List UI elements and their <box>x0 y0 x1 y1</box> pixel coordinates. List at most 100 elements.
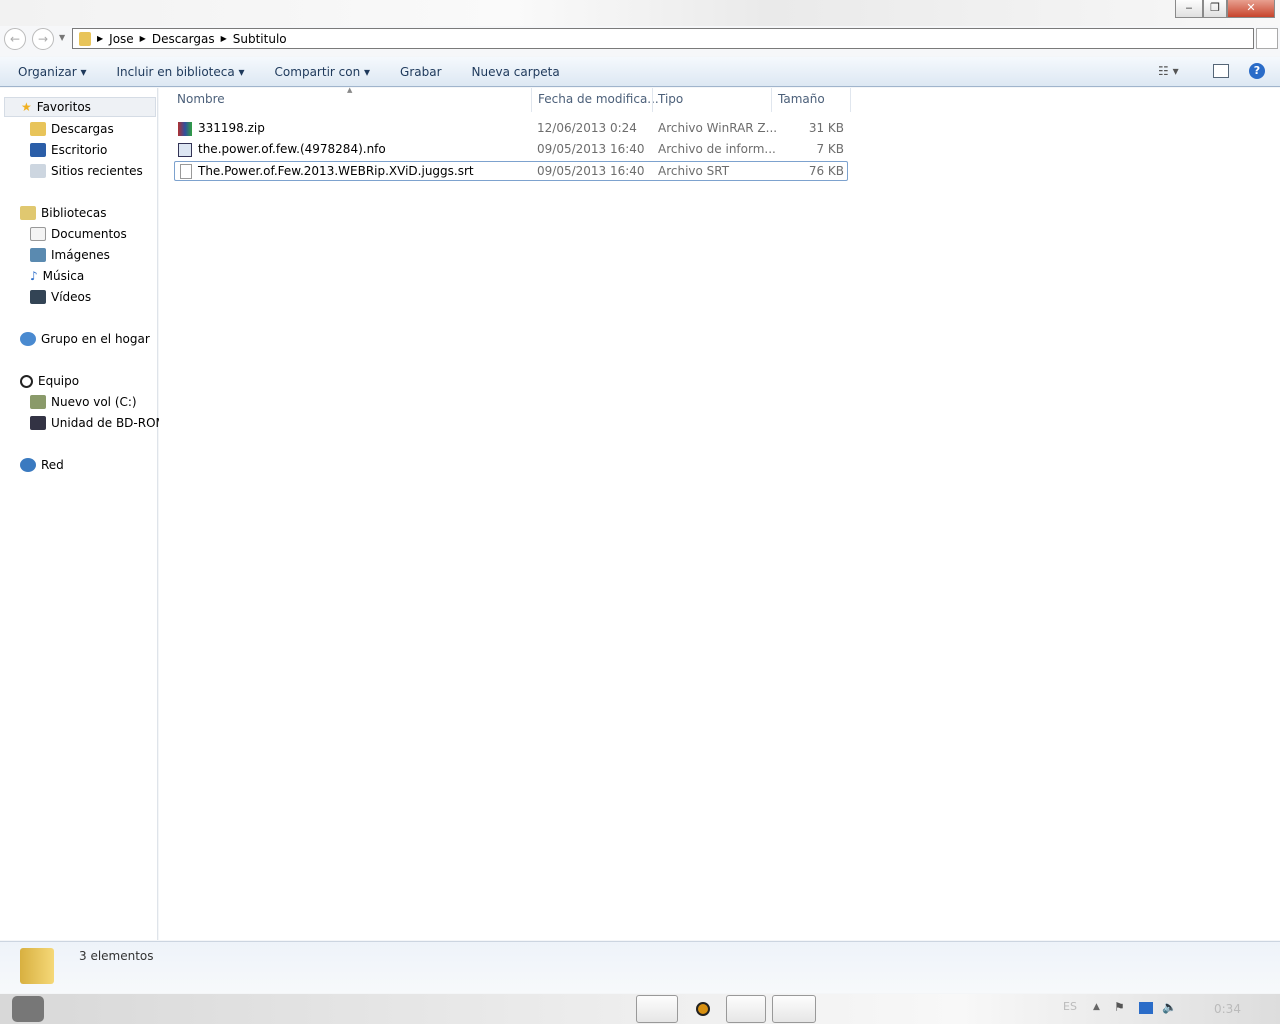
column-header-name[interactable]: Nombre <box>177 92 225 110</box>
breadcrumb-jose[interactable]: Jose <box>109 32 134 46</box>
item-count: 3 elementos <box>79 949 154 963</box>
homegroup-icon <box>20 332 36 346</box>
nav-label: Nuevo vol (C:) <box>51 395 137 409</box>
clock[interactable]: 0:34 <box>1214 1002 1241 1016</box>
file-name: 331198.zip <box>198 121 265 135</box>
forward-button[interactable]: → <box>32 28 54 50</box>
nav-musica[interactable]: ♪ Música <box>30 266 84 286</box>
star-icon: ★ <box>21 100 32 114</box>
column-divider[interactable] <box>652 88 653 112</box>
column-header-date[interactable]: Fecha de modifica... <box>538 92 659 110</box>
nav-grupo-hogar[interactable]: Grupo en el hogar <box>20 329 150 349</box>
srt-file-icon <box>180 164 192 179</box>
file-name: the.power.of.few.(4978284).nfo <box>198 142 386 156</box>
file-type: Archivo SRT <box>658 164 730 178</box>
file-list <box>159 88 1280 940</box>
minimize-button[interactable]: ‒ <box>1175 0 1203 18</box>
view-options-button[interactable]: ☷ ▾ <box>1158 64 1179 78</box>
column-header-type[interactable]: Tipo <box>658 92 683 110</box>
chevron-right-icon: ▶ <box>220 34 227 43</box>
file-name: The.Power.of.Few.2013.WEBRip.XViD.juggs.… <box>198 164 474 178</box>
back-button[interactable]: ← <box>4 28 26 50</box>
help-button[interactable]: ? <box>1249 63 1265 79</box>
nav-favorites[interactable]: ★ Favoritos <box>4 97 156 117</box>
organize-button[interactable]: Organizar ▾ <box>18 65 87 79</box>
start-button[interactable] <box>12 996 44 1022</box>
network-tray-icon[interactable] <box>1139 1002 1153 1014</box>
network-icon <box>20 458 36 472</box>
new-folder-button[interactable]: Nueva carpeta <box>472 65 560 79</box>
file-row[interactable]: 331198.zip 12/06/2013 0:24 Archivo WinRA… <box>174 119 848 139</box>
file-date: 09/05/2013 16:40 <box>537 164 645 178</box>
file-type: Archivo WinRAR Z... <box>658 121 778 135</box>
close-button[interactable]: ✕ <box>1227 0 1275 18</box>
nav-imagenes[interactable]: Imágenes <box>30 245 110 265</box>
nav-equipo[interactable]: Equipo <box>20 371 79 391</box>
file-date: 12/06/2013 0:24 <box>537 121 637 135</box>
restore-button[interactable]: ❐ <box>1203 0 1227 18</box>
nav-label: Equipo <box>38 374 80 388</box>
nav-label: Sitios recientes <box>51 164 143 178</box>
drive-icon <box>30 395 46 409</box>
nav-label: Red <box>41 458 64 472</box>
nav-bibliotecas[interactable]: Bibliotecas <box>20 203 106 223</box>
title-bar <box>0 0 1280 26</box>
winrar-icon <box>178 122 192 136</box>
include-library-button[interactable]: Incluir en biblioteca ▾ <box>117 65 245 79</box>
breadcrumb-subtitulo[interactable]: Subtitulo <box>233 32 287 46</box>
share-button[interactable]: Compartir con ▾ <box>275 65 370 79</box>
taskbar-explorer[interactable] <box>726 995 766 1023</box>
nav-label: Bibliotecas <box>41 206 107 220</box>
nav-label: Favoritos <box>36 100 91 114</box>
action-center-flag-icon[interactable]: ⚑ <box>1114 1000 1125 1014</box>
folder-icon <box>20 948 54 984</box>
nav-label: Documentos <box>51 227 127 241</box>
computer-icon <box>20 374 33 388</box>
file-size: 7 KB <box>816 142 844 156</box>
burn-button[interactable]: Grabar <box>400 65 442 79</box>
volume-icon[interactable]: 🔈 <box>1162 1000 1177 1014</box>
nav-label: Imágenes <box>51 248 110 262</box>
navigation-pane: ★ Favoritos Descargas Escritorio Sitios r… <box>0 88 166 940</box>
recent-pages-dropdown[interactable]: ▼ <box>59 33 65 42</box>
nav-sitios-recientes[interactable]: Sitios recientes <box>30 161 143 181</box>
nav-videos[interactable]: Vídeos <box>30 287 91 307</box>
column-divider[interactable] <box>850 88 851 112</box>
nav-label: Grupo en el hogar <box>41 332 150 346</box>
search-input[interactable] <box>1256 28 1278 49</box>
nfo-file-icon <box>178 143 192 157</box>
nav-descargas[interactable]: Descargas <box>30 119 114 139</box>
nav-label: Unidad de BD-ROM <box>51 416 166 430</box>
nav-bd-rom[interactable]: Unidad de BD-ROM <box>30 413 166 433</box>
nav-escritorio[interactable]: Escritorio <box>30 140 107 160</box>
column-header-size[interactable]: Tamaño <box>778 92 825 110</box>
sort-ascending-icon: ▲ <box>347 86 353 94</box>
libraries-icon <box>20 206 36 220</box>
column-divider[interactable] <box>771 88 772 112</box>
desktop-icon <box>30 143 46 157</box>
file-row[interactable]: the.power.of.few.(4978284).nfo 09/05/201… <box>174 140 848 160</box>
nav-drive-c[interactable]: Nuevo vol (C:) <box>30 392 137 412</box>
command-bar: Organizar ▾ Incluir en biblioteca ▾ Comp… <box>0 57 1280 87</box>
column-divider[interactable] <box>531 88 532 112</box>
file-date: 09/05/2013 16:40 <box>537 142 645 156</box>
folder-icon <box>30 122 46 136</box>
taskbar-chrome[interactable] <box>636 995 678 1023</box>
taskbar-app-icon[interactable] <box>696 1002 710 1016</box>
nav-documentos[interactable]: Documentos <box>30 224 127 244</box>
details-pane <box>0 941 1280 993</box>
preview-pane-button[interactable] <box>1213 64 1229 78</box>
bd-rom-icon <box>30 416 46 430</box>
language-indicator[interactable]: ES <box>1063 1000 1077 1013</box>
show-hidden-icons-button[interactable]: ▲ <box>1093 1002 1100 1012</box>
taskbar-paint[interactable] <box>772 995 816 1023</box>
address-bar[interactable]: ▶ Jose ▶ Descargas ▶ Subtitulo <box>72 28 1254 49</box>
recent-places-icon <box>30 164 46 178</box>
file-size: 31 KB <box>808 121 844 135</box>
nav-label: Escritorio <box>51 143 108 157</box>
nav-red[interactable]: Red <box>20 455 64 475</box>
nav-label: Música <box>42 269 85 283</box>
breadcrumb-descargas[interactable]: Descargas <box>152 32 215 46</box>
file-type: Archivo de inform... <box>658 142 776 156</box>
file-row-selected[interactable]: The.Power.of.Few.2013.WEBRip.XViD.juggs.… <box>174 161 848 181</box>
